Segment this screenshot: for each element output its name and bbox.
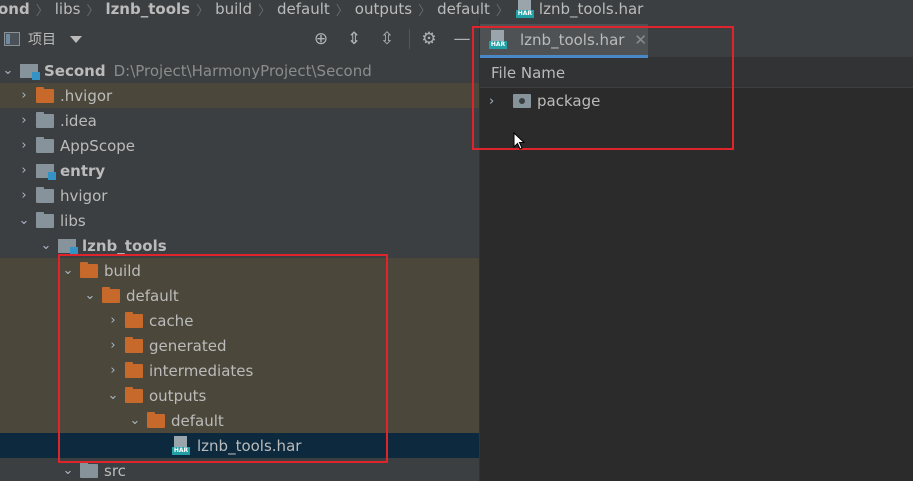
expand-all-icon[interactable]: ⇕ [343, 28, 365, 50]
breadcrumb-item[interactable]: default 〉 [277, 0, 355, 18]
module-folder-icon [58, 238, 78, 255]
chevron-right-icon: 〉 [418, 3, 432, 19]
breadcrumb: ond 〉 libs 〉 lznb_tools 〉 build 〉 default 〉 o… [0, 0, 913, 18]
chevron-right-icon: 〉 [86, 3, 100, 19]
breadcrumb-item[interactable]: build 〉 [215, 0, 277, 18]
breadcrumb-item[interactable]: default 〉 [437, 0, 515, 18]
chevron-right-icon: 〉 [257, 3, 271, 19]
highlight-box-build-output [58, 254, 388, 463]
tree-item-idea[interactable]: › .idea [0, 108, 479, 133]
chevron-down-icon[interactable]: ⌄ [16, 213, 32, 229]
folder-icon [80, 461, 98, 478]
breadcrumb-item[interactable]: outputs 〉 [355, 0, 437, 18]
mouse-cursor-icon [513, 132, 525, 150]
chevron-right-icon[interactable]: › [16, 188, 32, 204]
hide-icon[interactable]: — [451, 28, 473, 50]
highlight-box-har-contents [472, 26, 734, 150]
chevron-right-icon[interactable]: › [16, 113, 32, 129]
folder-icon [36, 186, 54, 203]
project-icon [4, 32, 20, 46]
tree-item-hvigor-dir[interactable]: › .hvigor [0, 83, 479, 108]
chevron-right-icon: 〉 [495, 3, 509, 19]
tree-item-appscope[interactable]: › AppScope [0, 133, 479, 158]
project-path: D:\Project\HarmonyProject\Second [113, 61, 372, 80]
folder-icon [36, 111, 54, 128]
project-view-selector[interactable]: 项目 [4, 29, 82, 49]
module-folder-icon [20, 63, 40, 80]
dropdown-arrow-icon [70, 35, 82, 43]
tree-item-hvigor[interactable]: › hvigor [0, 183, 479, 208]
tree-item-second[interactable]: ⌄ Second D:\Project\HarmonyProject\Secon… [0, 58, 479, 83]
chevron-down-icon[interactable]: ⌄ [38, 238, 54, 254]
module-folder-icon [36, 163, 56, 180]
chevron-right-icon: 〉 [35, 3, 49, 19]
project-toolbar: 项目 ⊕ ⇕ ⇳ ⚙ — [0, 18, 479, 60]
breadcrumb-item[interactable]: ond 〉 [0, 0, 55, 18]
breadcrumb-item[interactable]: libs 〉 [55, 0, 106, 18]
chevron-right-icon: 〉 [335, 3, 349, 19]
breadcrumb-item[interactable]: HAR lznb_tools.har [515, 0, 647, 18]
gear-icon[interactable]: ⚙ [418, 28, 440, 50]
tree-item-libs[interactable]: ⌄ libs [0, 208, 479, 233]
chevron-down-icon[interactable]: ⌄ [0, 63, 16, 79]
chevron-right-icon[interactable]: › [16, 88, 32, 104]
folder-icon [36, 211, 54, 228]
chevron-right-icon[interactable]: › [16, 163, 32, 179]
collapse-all-icon[interactable]: ⇳ [376, 28, 398, 50]
toolbar-divider [409, 29, 410, 49]
folder-icon [36, 136, 54, 153]
chevron-down-icon[interactable]: ⌄ [60, 463, 76, 479]
breadcrumb-item[interactable]: lznb_tools 〉 [105, 0, 215, 18]
har-file-icon: HAR [515, 0, 535, 18]
chevron-right-icon: 〉 [196, 3, 210, 19]
locate-icon[interactable]: ⊕ [310, 28, 332, 50]
project-panel-title: 项目 [28, 32, 56, 48]
folder-icon [36, 86, 54, 103]
chevron-right-icon[interactable]: › [16, 138, 32, 154]
tree-item-entry[interactable]: › entry [0, 158, 479, 183]
